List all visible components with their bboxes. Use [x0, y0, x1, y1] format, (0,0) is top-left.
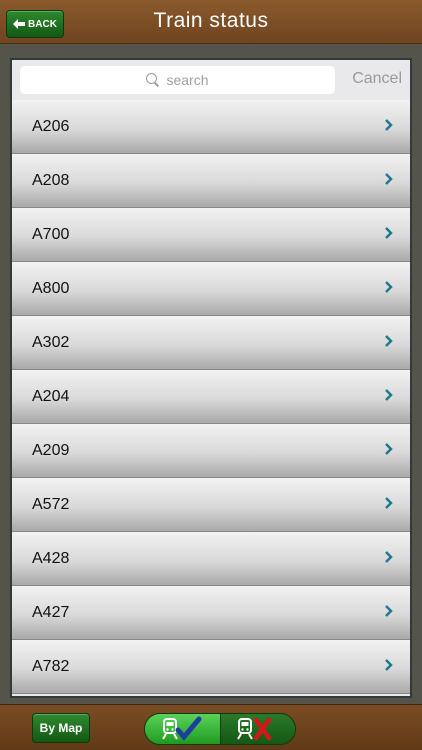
- chevron-right-icon: [385, 443, 393, 455]
- chevron-right-icon: [385, 119, 393, 131]
- chevron-right-icon: [385, 335, 393, 347]
- train-row[interactable]: A782: [12, 640, 410, 694]
- search-placeholder: search: [166, 72, 209, 88]
- train-number: A206: [32, 117, 70, 135]
- train-number: A700: [32, 225, 70, 243]
- chevron-right-icon: [385, 389, 393, 401]
- chevron-right-icon: [385, 227, 393, 239]
- chevron-right-icon: [385, 659, 393, 671]
- train-number: A782: [32, 657, 70, 675]
- train-row[interactable]: A206: [12, 100, 410, 154]
- train-row[interactable]: A204: [12, 370, 410, 424]
- train-row[interactable]: A428: [12, 532, 410, 586]
- train-number: A209: [32, 441, 70, 459]
- chevron-right-icon: [385, 281, 393, 293]
- running-trains-segment[interactable]: [145, 714, 220, 744]
- chevron-right-icon: [385, 497, 393, 509]
- train-number: A302: [32, 333, 70, 351]
- train-number: A427: [32, 603, 70, 621]
- search-icon: [146, 73, 160, 87]
- train-row[interactable]: A700: [12, 208, 410, 262]
- train-number: A204: [32, 387, 70, 405]
- train-row[interactable]: A572: [12, 478, 410, 532]
- train-list: A206 A208 A700 A800 A302 A204 A209 A572 A428 A427…: [12, 100, 410, 694]
- train-row[interactable]: A209: [12, 424, 410, 478]
- train-x-icon: [237, 717, 272, 741]
- page-title: Train status: [153, 9, 269, 32]
- navigation-bar: BACK Train status: [0, 0, 422, 44]
- search-input[interactable]: search: [20, 66, 335, 94]
- train-check-icon: [161, 716, 201, 741]
- cancelled-trains-segment[interactable]: [220, 714, 295, 744]
- train-row[interactable]: A800: [12, 262, 410, 316]
- chevron-right-icon: [385, 605, 393, 617]
- train-list-panel: search Cancel A206 A208 A700 A800 A302 A204 A2…: [10, 58, 412, 698]
- search-bar: search Cancel: [12, 60, 410, 100]
- train-number: A572: [32, 495, 70, 513]
- train-row[interactable]: A427: [12, 586, 410, 640]
- train-row[interactable]: A208: [12, 154, 410, 208]
- train-row[interactable]: A302: [12, 316, 410, 370]
- train-number: A800: [32, 279, 70, 297]
- chevron-right-icon: [385, 551, 393, 563]
- bottom-toolbar: By Map: [0, 704, 422, 750]
- train-number: A428: [32, 549, 70, 567]
- cancel-button[interactable]: Cancel: [352, 70, 402, 88]
- status-segmented-control: [144, 713, 296, 745]
- by-map-button[interactable]: By Map: [32, 713, 90, 743]
- chevron-right-icon: [385, 173, 393, 185]
- train-number: A208: [32, 171, 70, 189]
